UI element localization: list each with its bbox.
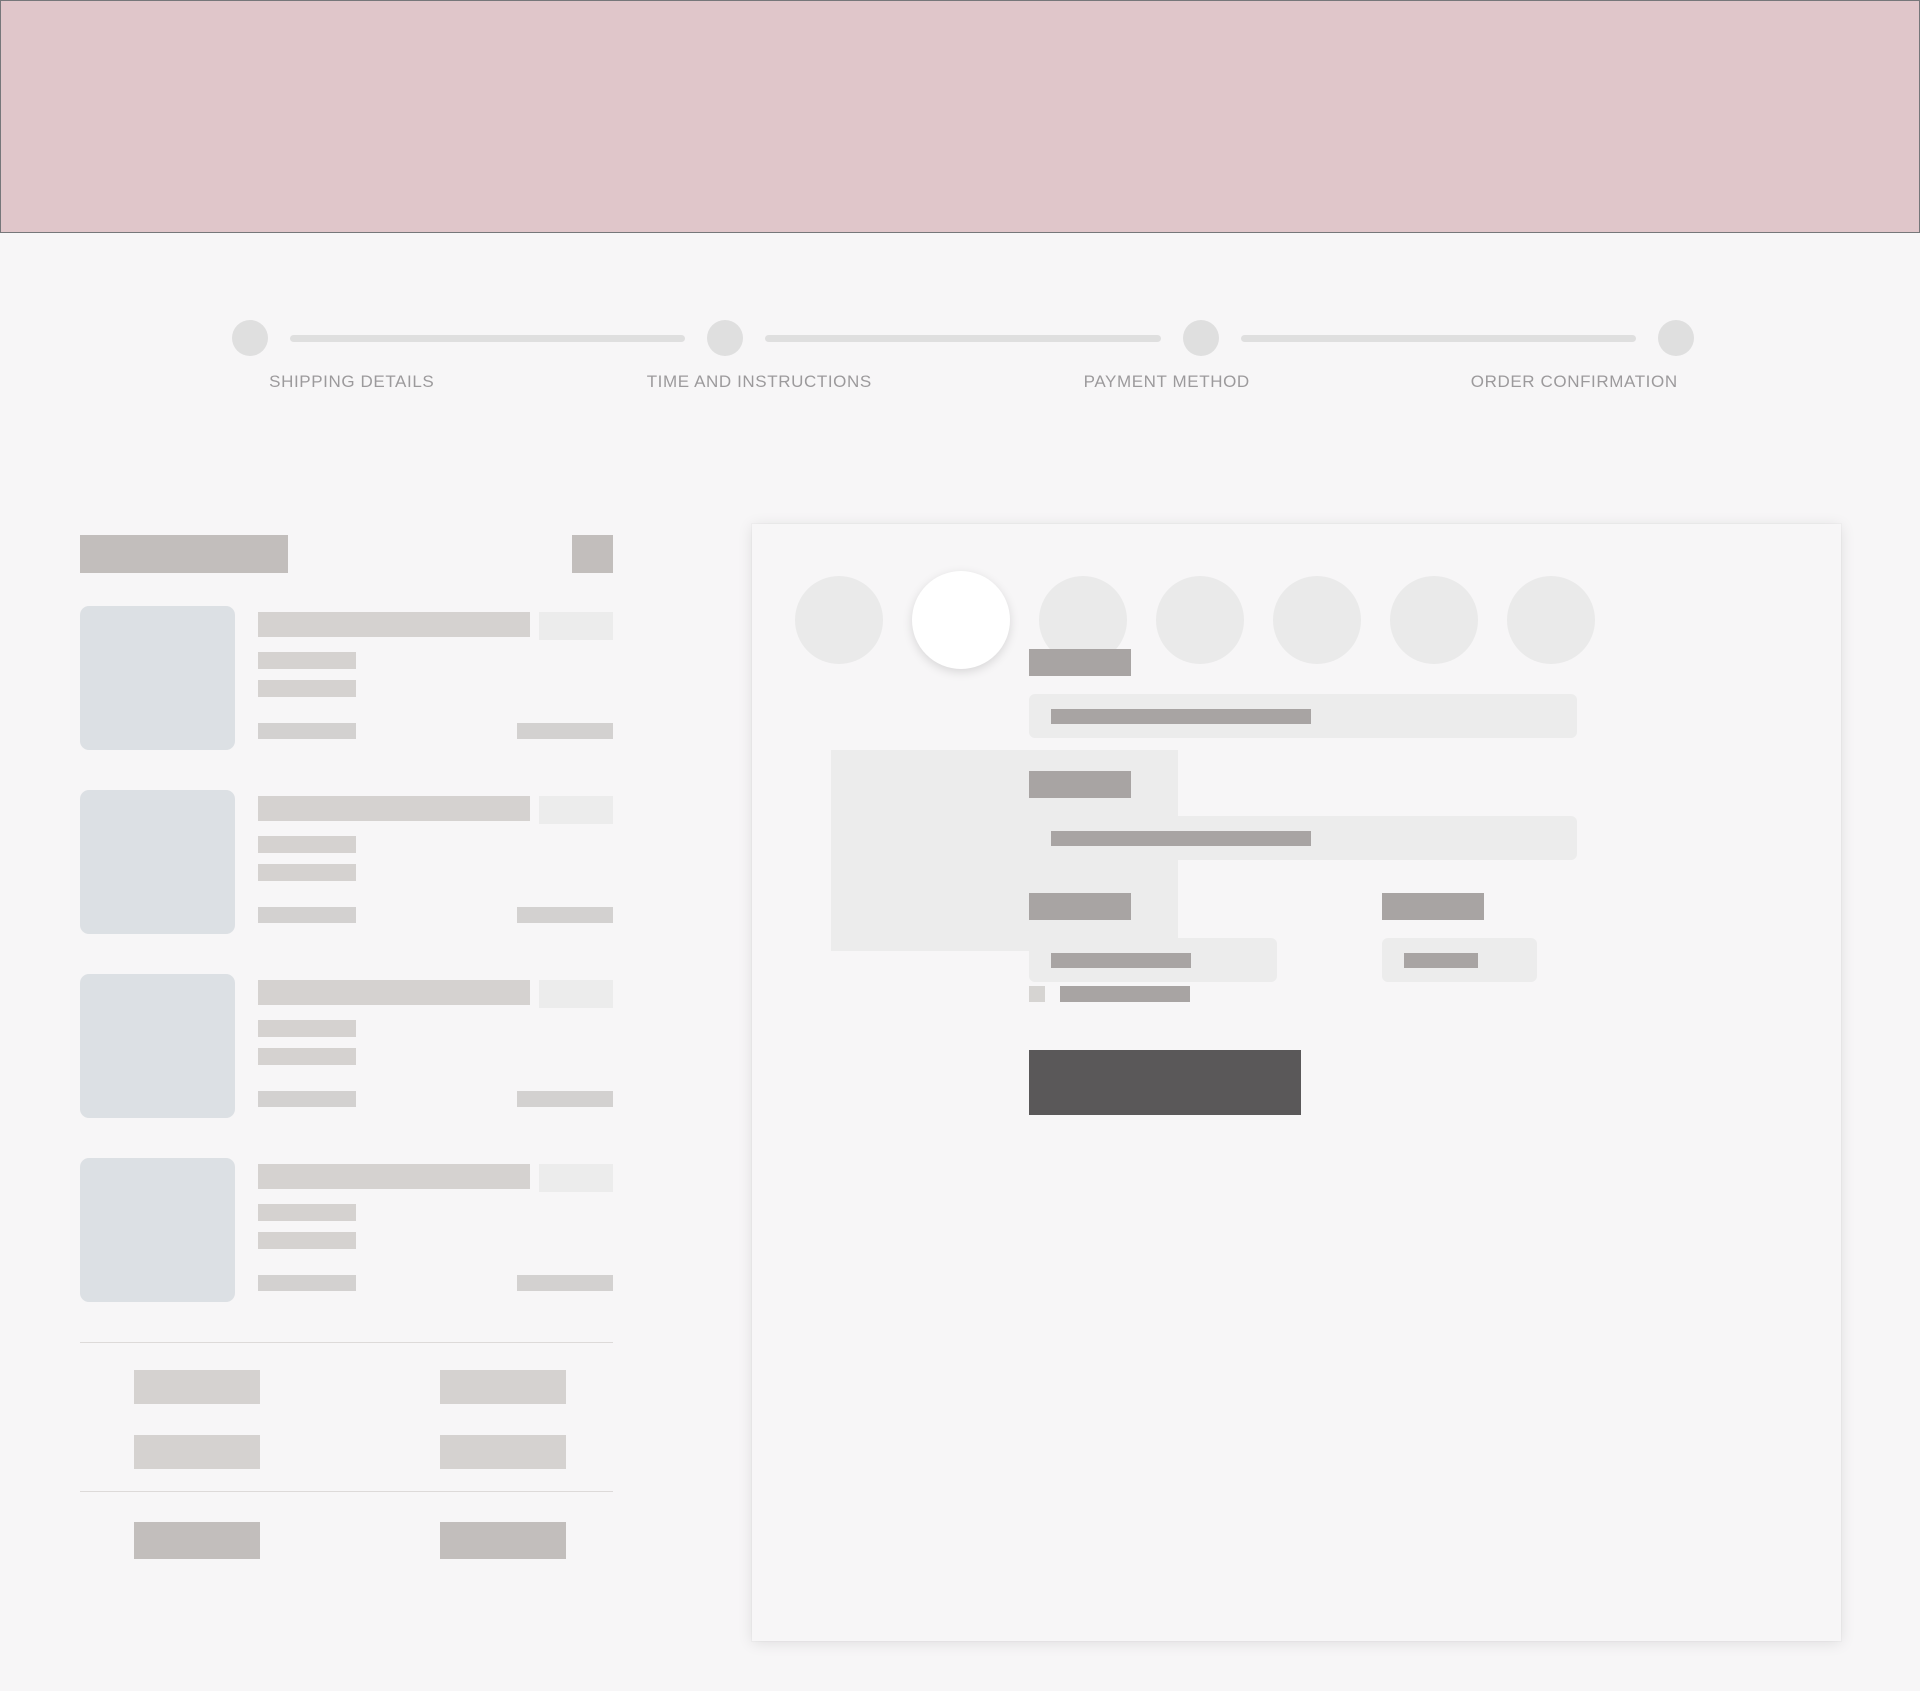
stepper-track bbox=[232, 320, 1694, 356]
save-card-checkbox-row[interactable] bbox=[1029, 986, 1577, 1002]
product-name-placeholder bbox=[258, 980, 530, 1005]
list-item[interactable] bbox=[80, 974, 613, 1119]
step-label-shipping-details: SHIPPING DETAILS bbox=[269, 372, 435, 391]
product-price-placeholder bbox=[539, 796, 613, 824]
product-price-placeholder bbox=[539, 612, 613, 640]
stepper-labels: SHIPPING DETAILS TIME AND INSTRUCTIONS P… bbox=[148, 372, 1778, 392]
product-details bbox=[258, 1158, 613, 1302]
step-connector-1 bbox=[290, 334, 686, 342]
product-meta-2-placeholder bbox=[258, 1048, 356, 1065]
product-details bbox=[258, 606, 613, 750]
product-line-total-placeholder bbox=[517, 907, 613, 923]
step-connector-3 bbox=[1240, 334, 1636, 342]
form-field-row bbox=[1029, 893, 1577, 982]
step-dot-time-and-instructions[interactable] bbox=[707, 320, 744, 356]
product-details bbox=[258, 790, 613, 934]
total-label-placeholder bbox=[134, 1435, 260, 1469]
input-value-placeholder bbox=[1051, 708, 1311, 724]
product-meta-1-placeholder bbox=[258, 652, 356, 669]
step-dot-shipping-details[interactable] bbox=[232, 320, 268, 356]
field-label-placeholder bbox=[1382, 893, 1484, 920]
product-name-placeholder bbox=[258, 612, 530, 637]
order-summary-title-placeholder bbox=[80, 535, 288, 573]
grand-total-value-placeholder bbox=[440, 1522, 566, 1559]
checkbox[interactable] bbox=[1029, 986, 1045, 1002]
total-value-placeholder bbox=[440, 1370, 566, 1404]
payment-form bbox=[1029, 649, 1577, 1115]
input-value-placeholder bbox=[1404, 952, 1478, 968]
promo-banner[interactable] bbox=[0, 0, 1920, 233]
product-quantity-placeholder bbox=[258, 1275, 356, 1291]
product-meta-2-placeholder bbox=[258, 680, 356, 697]
payment-option-1[interactable] bbox=[795, 576, 883, 664]
order-summary-count-placeholder bbox=[572, 535, 613, 573]
payment-method-card bbox=[752, 524, 1841, 1641]
total-label-placeholder bbox=[134, 1370, 260, 1404]
product-thumbnail bbox=[80, 606, 235, 750]
checkout-page: SHIPPING DETAILS TIME AND INSTRUCTIONS P… bbox=[0, 0, 1920, 1691]
product-meta-1-placeholder bbox=[258, 1204, 356, 1221]
submit-button[interactable] bbox=[1029, 1050, 1301, 1115]
form-field-4 bbox=[1382, 893, 1537, 982]
list-item[interactable] bbox=[80, 606, 613, 751]
order-summary-panel bbox=[80, 535, 613, 1559]
checkbox-label-placeholder bbox=[1060, 986, 1190, 1002]
product-quantity-placeholder bbox=[258, 907, 356, 923]
product-line-total-placeholder bbox=[517, 1091, 613, 1107]
product-details bbox=[258, 974, 613, 1118]
product-line-total-placeholder bbox=[517, 1275, 613, 1291]
form-field-3 bbox=[1029, 893, 1277, 982]
text-input-2[interactable] bbox=[1029, 816, 1577, 860]
list-item[interactable] bbox=[80, 1158, 613, 1303]
text-input-4[interactable] bbox=[1382, 938, 1537, 982]
checkout-progress-stepper: SHIPPING DETAILS TIME AND INSTRUCTIONS P… bbox=[150, 320, 1694, 410]
step-dot-order-confirmation[interactable] bbox=[1657, 320, 1694, 356]
product-quantity-placeholder bbox=[258, 723, 356, 739]
product-name-placeholder bbox=[258, 1164, 530, 1189]
input-value-placeholder bbox=[1051, 830, 1311, 846]
field-label-placeholder bbox=[1029, 649, 1131, 676]
form-field-1 bbox=[1029, 649, 1577, 738]
product-meta-1-placeholder bbox=[258, 836, 356, 853]
text-input-1[interactable] bbox=[1029, 694, 1577, 738]
form-field-2 bbox=[1029, 771, 1577, 860]
table-row bbox=[80, 1435, 613, 1469]
step-label-order-confirmation: ORDER CONFIRMATION bbox=[1470, 372, 1678, 391]
product-meta-2-placeholder bbox=[258, 864, 356, 881]
product-price-placeholder bbox=[539, 980, 613, 1008]
step-connector-2 bbox=[765, 334, 1161, 342]
product-meta-2-placeholder bbox=[258, 1232, 356, 1249]
step-label-time-and-instructions: TIME AND INSTRUCTIONS bbox=[646, 372, 872, 391]
order-summary-header bbox=[80, 535, 613, 573]
field-label-placeholder bbox=[1029, 893, 1131, 920]
product-name-placeholder bbox=[258, 796, 530, 821]
product-thumbnail bbox=[80, 790, 235, 934]
product-meta-1-placeholder bbox=[258, 1020, 356, 1037]
grand-total-row bbox=[80, 1492, 613, 1559]
payment-option-2-selected[interactable] bbox=[912, 571, 1010, 669]
product-thumbnail bbox=[80, 1158, 235, 1302]
product-price-placeholder bbox=[539, 1164, 613, 1192]
step-dot-payment-method[interactable] bbox=[1182, 320, 1219, 356]
input-value-placeholder bbox=[1051, 952, 1191, 968]
product-line-total-placeholder bbox=[517, 723, 613, 739]
grand-total-label-placeholder bbox=[134, 1522, 260, 1559]
field-label-placeholder bbox=[1029, 771, 1131, 798]
product-quantity-placeholder bbox=[258, 1091, 356, 1107]
product-thumbnail bbox=[80, 974, 235, 1118]
total-value-placeholder bbox=[440, 1435, 566, 1469]
text-input-3[interactable] bbox=[1029, 938, 1277, 982]
list-item[interactable] bbox=[80, 790, 613, 935]
table-row bbox=[80, 1370, 613, 1404]
step-label-payment-method: PAYMENT METHOD bbox=[1083, 372, 1250, 391]
order-totals bbox=[80, 1343, 613, 1491]
